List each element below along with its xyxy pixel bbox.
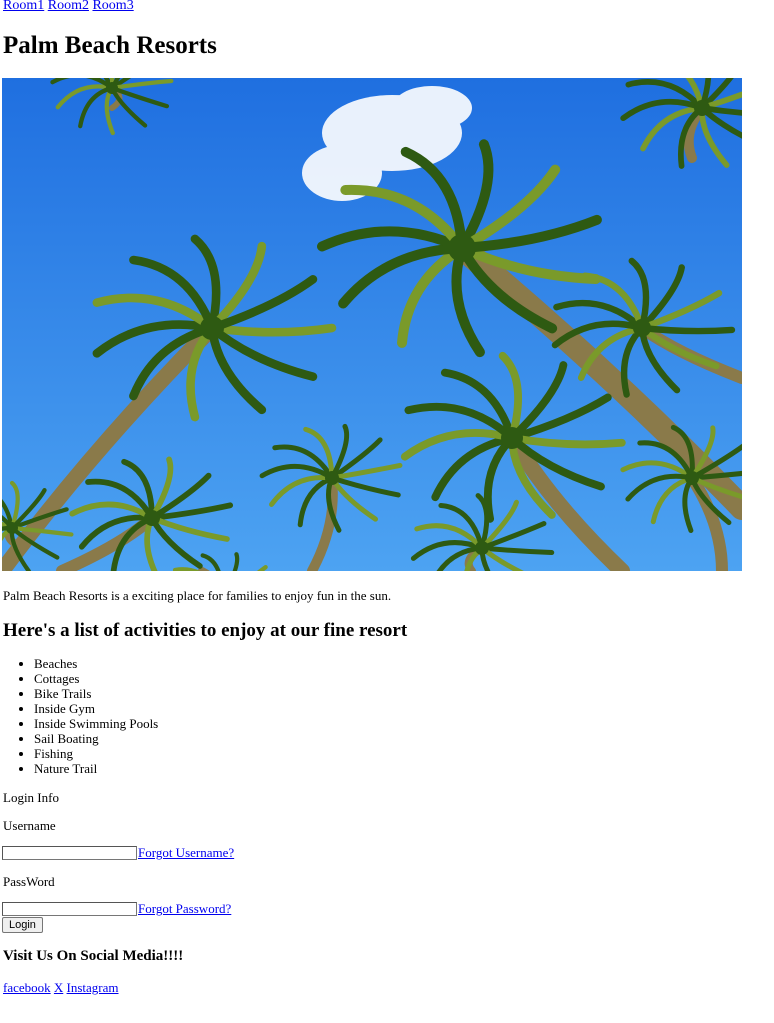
nav-link-room3[interactable]: Room3	[92, 0, 133, 13]
activity-list: Beaches Cottages Bike Trails Inside Gym …	[0, 656, 158, 776]
hero-palm-trees-image	[2, 78, 742, 571]
instagram-link[interactable]: Instagram	[67, 980, 119, 995]
list-item: Nature Trail	[34, 761, 158, 776]
forgot-password-link[interactable]: Forgot Password?	[138, 901, 231, 916]
list-item: Inside Gym	[34, 701, 158, 716]
page-title: Palm Beach Resorts	[3, 32, 217, 59]
social-heading: Visit Us On Social Media!!!!	[3, 948, 184, 964]
palm-crown	[106, 82, 118, 94]
list-item: Cottages	[34, 671, 158, 686]
password-row: Forgot Password?	[2, 901, 231, 916]
activities-heading: Here's a list of activities to enjoy at …	[3, 620, 408, 641]
intro-text: Palm Beach Resorts is a exciting place f…	[3, 588, 392, 603]
username-row: Forgot Username?	[2, 845, 234, 860]
palm-crown	[685, 471, 699, 485]
username-label: Username	[3, 818, 56, 833]
room-nav: Room1 Room2 Room3	[3, 0, 134, 14]
palm-crown	[325, 471, 339, 485]
palm-crown	[6, 522, 18, 534]
palm-frond	[638, 324, 736, 335]
login-button[interactable]: Login	[2, 917, 43, 933]
palm-crown	[448, 234, 476, 262]
palm-crown	[501, 427, 523, 449]
palm-crown	[200, 316, 224, 340]
list-item: Inside Swimming Pools	[34, 716, 158, 731]
facebook-link[interactable]: facebook	[3, 980, 51, 995]
palm-crown	[694, 100, 710, 116]
palm-crown	[144, 510, 160, 526]
list-item: Beaches	[34, 656, 158, 671]
palm-frond	[207, 323, 337, 337]
list-item: Bike Trails	[34, 686, 158, 701]
forgot-username-link[interactable]: Forgot Username?	[138, 845, 234, 860]
password-label: PassWord	[3, 874, 55, 889]
social-links: facebook X Instagram	[3, 980, 119, 995]
password-input[interactable]	[2, 902, 137, 916]
nav-link-room2[interactable]: Room2	[48, 0, 89, 13]
username-input[interactable]	[2, 846, 137, 860]
palm-crown	[475, 541, 489, 555]
list-item: Fishing	[34, 746, 158, 761]
list-item: Sail Boating	[34, 731, 158, 746]
nav-link-room1[interactable]: Room1	[3, 0, 44, 13]
x-link[interactable]: X	[54, 980, 63, 995]
login-info-label: Login Info	[3, 790, 59, 805]
palm-crown	[633, 319, 651, 337]
